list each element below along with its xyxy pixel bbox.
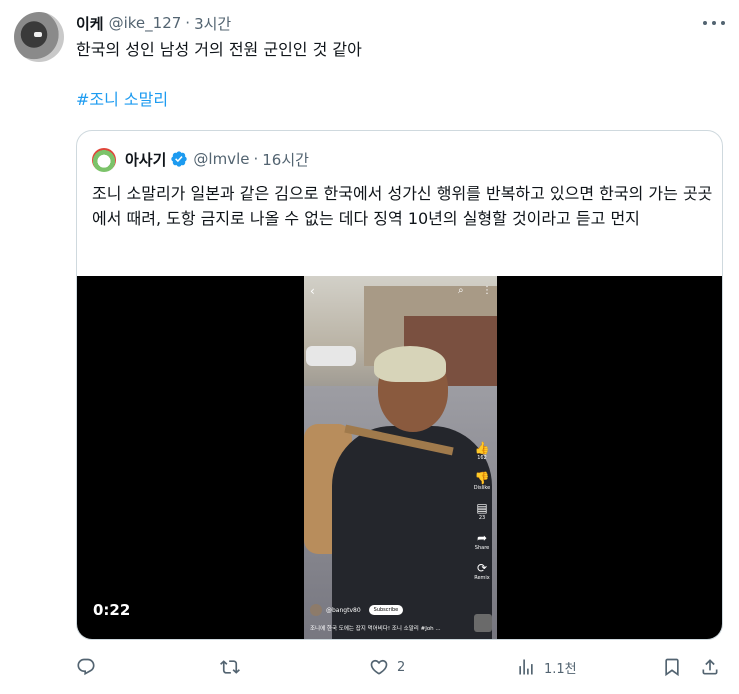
remix-label: Remix (474, 575, 490, 581)
hashtag-link[interactable]: #조니 소말리 (76, 88, 168, 112)
search-icon: ⌕ (458, 285, 464, 296)
tweet: 이케 @ike_127 · 3시간 한국의 성인 남성 거의 전원 군인인 것 … (0, 0, 739, 694)
quote-text: 조니 소말리가 일본과 같은 김으로 한국에서 성가신 행위를 반복하고 있으면… (92, 184, 713, 228)
comment-count: 23 (478, 515, 486, 521)
back-arrow-icon: ‹ (310, 284, 315, 298)
share-label: Share (474, 545, 490, 551)
tweet-text: 한국의 성인 남성 거의 전원 군인인 것 같아 (76, 40, 362, 59)
dislike-icon: 👎 (474, 471, 490, 485)
subscribe-button: Subscribe (368, 605, 404, 615)
more-vertical-icon: ⋮ (482, 285, 492, 296)
like-count: 162 (477, 455, 487, 461)
share-icon (702, 659, 718, 675)
quote-author-name[interactable]: 아사기 (125, 149, 166, 170)
quoted-tweet[interactable]: 아사기 @lmvle · 16시간 조니 소말리가 일본과 같은 김으로 한국에… (76, 130, 723, 640)
channel-name: @bangtv80 (326, 606, 361, 614)
avatar[interactable] (14, 12, 64, 62)
retweet-button[interactable] (220, 654, 248, 680)
views-button[interactable]: 1.1천 (516, 654, 577, 680)
reply-button[interactable] (76, 654, 104, 680)
separator: · (253, 150, 259, 168)
video-duration: 0:22 (93, 601, 131, 619)
author-handle[interactable]: @ike_127 (109, 14, 182, 32)
tweet-time[interactable]: 3시간 (194, 13, 231, 34)
video-channel: @bangtv80 Subscribe (310, 604, 404, 616)
tweet-header: 이케 @ike_127 · 3시간 (76, 12, 231, 34)
author-name[interactable]: 이케 (76, 13, 104, 34)
video-frame: ‹ ⌕ ⋮ 👍 162 👎 Dislike ▤ 23 ➦ Share ⟳ Remix @b… (304, 276, 497, 639)
quote-avatar[interactable] (92, 148, 116, 172)
bookmark-icon (665, 658, 679, 677)
quote-time[interactable]: 16시간 (262, 149, 309, 170)
video-caption: 조니에 한국 도에는 잡지 먹어비다! 조니 소말리 #Joh ... (310, 626, 441, 632)
share-button[interactable] (700, 654, 720, 680)
views-icon (519, 659, 533, 675)
video-side-icons: 👍 162 👎 Dislike ▤ 23 ➦ Share ⟳ Remix (472, 441, 492, 581)
tweet-actions: 2 1.1천 (76, 654, 723, 680)
video-player[interactable]: ‹ ⌕ ⋮ 👍 162 👎 Dislike ▤ 23 ➦ Share ⟳ Remix @b… (77, 276, 722, 639)
reply-icon (77, 658, 95, 676)
verified-badge-icon (171, 151, 188, 167)
dislike-label: Dislike (473, 485, 491, 491)
more-options-icon[interactable] (703, 14, 725, 32)
like-count: 2 (397, 659, 406, 675)
quote-header: 아사기 @lmvle · 16시간 (125, 147, 309, 171)
channel-avatar (310, 604, 322, 616)
heart-icon (370, 659, 388, 675)
video-thumbnail (474, 614, 492, 632)
share-icon: ➦ (476, 531, 488, 545)
separator: · (185, 14, 191, 32)
remix-icon: ⟳ (476, 561, 488, 575)
views-count: 1.1천 (544, 661, 577, 677)
bookmark-button[interactable] (662, 654, 682, 680)
retweet-icon (220, 660, 240, 674)
quote-author-handle[interactable]: @lmvle (193, 150, 249, 168)
comment-icon: ▤ (476, 501, 488, 515)
like-button[interactable]: 2 (369, 654, 405, 680)
like-icon: 👍 (474, 441, 490, 455)
